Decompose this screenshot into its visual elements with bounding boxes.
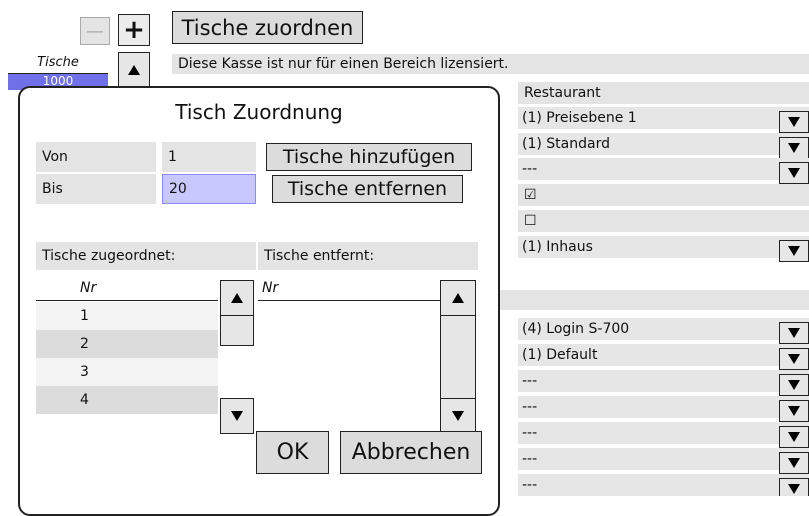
list-item[interactable]: 2: [36, 330, 218, 358]
chevron-down-icon[interactable]: [779, 162, 809, 184]
price-level-select[interactable]: (1) Preisebene 1: [518, 107, 809, 133]
dash-value: ---: [522, 477, 538, 493]
chevron-down-icon[interactable]: [779, 426, 809, 448]
dash-value: ---: [522, 451, 538, 467]
price-level-value: (1) Preisebene 1: [522, 110, 637, 126]
add-tables-button[interactable]: Tische hinzufügen: [266, 143, 472, 171]
dash-select-6[interactable]: ---: [518, 474, 809, 496]
sidebar-header: Tische: [37, 55, 79, 70]
default-select[interactable]: (1) Default: [518, 344, 809, 370]
cancel-button[interactable]: Abbrechen: [340, 431, 482, 474]
assign-tables-title-button[interactable]: Tische zuordnen: [172, 11, 363, 44]
triangle-down-icon: [452, 411, 464, 421]
chevron-down-icon[interactable]: [779, 137, 809, 159]
removed-scroll-track[interactable]: [440, 316, 476, 398]
dialog-title: Tisch Zuordnung: [175, 100, 343, 124]
von-label: Von: [36, 142, 156, 172]
dash-value: ---: [522, 399, 538, 415]
assigned-scroll-down-button[interactable]: [220, 398, 254, 434]
triangle-up-icon: [128, 65, 140, 75]
dash-value: ---: [522, 161, 538, 177]
standard-select[interactable]: (1) Standard: [518, 133, 809, 159]
von-input[interactable]: 1: [162, 142, 256, 172]
triangle-up-icon: [452, 293, 464, 303]
assigned-scroll-up-button[interactable]: [220, 280, 254, 316]
login-value: (4) Login S-700: [522, 321, 630, 337]
chevron-down-icon[interactable]: [779, 348, 809, 370]
assigned-header-divider: [36, 300, 218, 301]
table-assignment-dialog: Tisch Zuordnung Von 1 Tische hinzufügen …: [18, 86, 500, 516]
login-select[interactable]: (4) Login S-700: [518, 318, 809, 344]
dash-value: ---: [522, 373, 538, 389]
assigned-col-nr-header: Nr: [80, 280, 97, 296]
triangle-down-icon: [231, 411, 243, 421]
chevron-down-icon[interactable]: [779, 374, 809, 396]
chevron-down-icon[interactable]: [779, 452, 809, 474]
dash-select-3[interactable]: ---: [518, 396, 809, 422]
remove-tables-button[interactable]: Tische entfernen: [272, 175, 463, 203]
removed-scroll-up-button[interactable]: [440, 280, 476, 316]
plus-button[interactable]: +: [118, 14, 150, 46]
removed-header: Tische entfernt:: [258, 242, 478, 270]
triangle-up-icon: [231, 293, 243, 303]
sidebar-scroll-up-button[interactable]: [118, 52, 150, 88]
dash-select-4[interactable]: ---: [518, 422, 809, 448]
unchecked-checkbox[interactable]: ☐: [518, 210, 809, 232]
dash-select-1[interactable]: ---: [518, 158, 809, 184]
license-notice: Diese Kasse ist nur für einen Bereich li…: [172, 54, 809, 74]
list-item[interactable]: 1: [36, 302, 218, 330]
checked-checkbox[interactable]: ☑: [518, 184, 809, 206]
removed-list[interactable]: [258, 302, 440, 414]
ok-button[interactable]: OK: [256, 431, 329, 474]
assigned-list[interactable]: 1 2 3 4 5: [36, 302, 218, 414]
removed-scroll-down-button[interactable]: [440, 398, 476, 434]
assigned-scroll-thumb[interactable]: [220, 316, 254, 346]
list-item[interactable]: 3: [36, 358, 218, 386]
standard-value: (1) Standard: [522, 136, 610, 152]
chevron-down-icon[interactable]: [779, 240, 809, 262]
inhaus-select[interactable]: (1) Inhaus: [518, 236, 809, 262]
chevron-down-icon[interactable]: [779, 400, 809, 422]
chevron-down-icon[interactable]: [779, 478, 809, 496]
default-value: (1) Default: [522, 347, 598, 363]
area-field: Restaurant: [518, 82, 809, 104]
assigned-header: Tische zugeordnet:: [36, 242, 256, 270]
chevron-down-icon[interactable]: [779, 322, 809, 344]
chevron-down-icon[interactable]: [779, 111, 809, 133]
bis-input[interactable]: 20: [162, 174, 256, 204]
inhaus-value: (1) Inhaus: [522, 239, 593, 255]
minus-button[interactable]: —: [80, 17, 110, 45]
dash-select-2[interactable]: ---: [518, 370, 809, 396]
removed-col-nr-header: Nr: [262, 280, 279, 296]
bis-label: Bis: [36, 174, 156, 204]
dash-value: ---: [522, 425, 538, 441]
section-divider: [498, 290, 809, 310]
removed-header-divider: [258, 300, 440, 301]
list-item[interactable]: 4: [36, 386, 218, 414]
dash-select-5[interactable]: ---: [518, 448, 809, 474]
